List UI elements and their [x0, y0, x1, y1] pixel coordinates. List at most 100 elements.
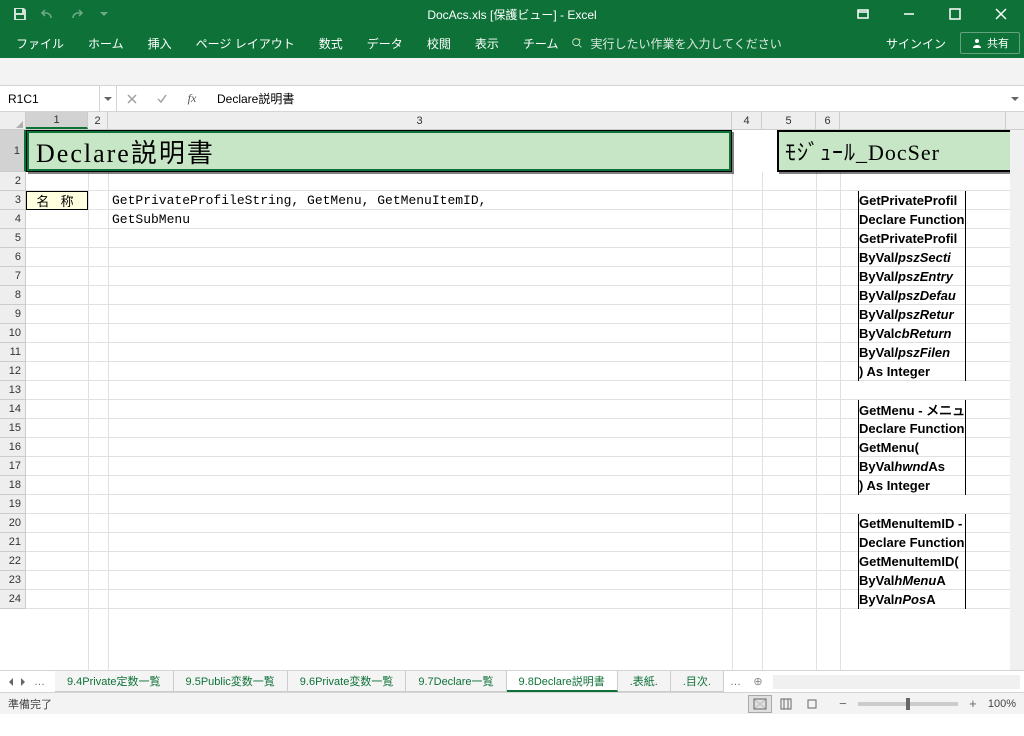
- tab-page-layout[interactable]: ページ レイアウト: [184, 28, 307, 58]
- signin-link[interactable]: サインイン: [872, 35, 960, 52]
- col-header[interactable]: 3: [108, 112, 732, 129]
- view-page-layout-icon[interactable]: [774, 695, 798, 713]
- row-headers[interactable]: 123456789101112131415161718192021222324: [0, 130, 26, 609]
- quick-access-toolbar: [0, 2, 116, 26]
- window-title: DocAcs.xls [保護ビュー] - Excel: [427, 6, 596, 23]
- row-header[interactable]: 6: [0, 248, 26, 267]
- row-header[interactable]: 15: [0, 419, 26, 438]
- sheet-tab[interactable]: 9.5Public変数一覧: [174, 671, 288, 692]
- status-bar: 準備完了 − + 100%: [0, 692, 1024, 714]
- tab-data[interactable]: データ: [355, 28, 415, 58]
- name-box[interactable]: R1C1: [0, 86, 100, 111]
- title-cell-left[interactable]: Declare説明書: [26, 130, 732, 172]
- tab-team[interactable]: チーム: [511, 28, 571, 58]
- sheet-tab[interactable]: 9.8Declare説明書: [507, 671, 618, 692]
- col-header[interactable]: 5: [762, 112, 816, 129]
- close-button[interactable]: [978, 0, 1024, 28]
- tab-review[interactable]: 校閲: [415, 28, 463, 58]
- row-header[interactable]: 4: [0, 210, 26, 229]
- minimize-button[interactable]: [886, 0, 932, 28]
- undo-icon[interactable]: [36, 2, 60, 26]
- maximize-button[interactable]: [932, 0, 978, 28]
- view-normal-icon[interactable]: [748, 695, 772, 713]
- horizontal-scrollbar[interactable]: [773, 675, 1020, 689]
- zoom-value[interactable]: 100%: [988, 698, 1016, 710]
- row-header[interactable]: 10: [0, 324, 26, 343]
- sheet-nav-more[interactable]: …: [30, 676, 49, 688]
- zoom-out-icon[interactable]: −: [836, 696, 850, 711]
- qat-customize-icon[interactable]: [92, 2, 116, 26]
- formula-input[interactable]: Declare説明書: [207, 90, 1006, 107]
- sheet-tab[interactable]: 9.7Declare一覧: [406, 671, 506, 692]
- cells-area[interactable]: Declare説明書 ﾓｼﾞｭｰﾙ_DocSer 名 称 GetPrivateP…: [26, 130, 1010, 670]
- tab-view[interactable]: 表示: [463, 28, 511, 58]
- tab-file[interactable]: ファイル: [4, 28, 76, 58]
- vertical-scrollbar[interactable]: [1010, 130, 1024, 670]
- cell-r4c3[interactable]: GetSubMenu: [112, 210, 190, 229]
- row-header[interactable]: 12: [0, 362, 26, 381]
- row-header[interactable]: 8: [0, 286, 26, 305]
- col-header[interactable]: [840, 112, 1006, 129]
- sheet-nav-next-icon[interactable]: [18, 677, 28, 687]
- zoom-slider[interactable]: [858, 702, 958, 706]
- row-header[interactable]: 1: [0, 130, 26, 172]
- label-meisho[interactable]: 名 称: [26, 191, 88, 210]
- new-sheet-button[interactable]: ⊕: [747, 671, 769, 693]
- sheet-tab[interactable]: .目次.: [671, 671, 724, 692]
- row-header[interactable]: 19: [0, 495, 26, 514]
- status-text: 準備完了: [8, 696, 52, 712]
- sheet-nav-prev-icon[interactable]: [6, 677, 16, 687]
- view-page-break-icon[interactable]: [800, 695, 824, 713]
- code-block[interactable]: GetPrivateProfilDeclare FunctionGetPriva…: [858, 191, 966, 609]
- row-header[interactable]: 22: [0, 552, 26, 571]
- view-buttons: [748, 695, 824, 713]
- zoom-in-icon[interactable]: +: [966, 696, 980, 711]
- save-icon[interactable]: [8, 2, 32, 26]
- sheet-nav-more-right[interactable]: …: [724, 676, 747, 688]
- row-header[interactable]: 3: [0, 191, 26, 210]
- sheet-tab[interactable]: .表紙.: [618, 671, 671, 692]
- sheet-nav[interactable]: …: [0, 676, 55, 688]
- select-all-corner[interactable]: [0, 112, 26, 129]
- cell-r3c3[interactable]: GetPrivateProfileString, GetMenu, GetMen…: [112, 191, 486, 210]
- enter-icon[interactable]: [147, 86, 177, 111]
- row-header[interactable]: 24: [0, 590, 26, 609]
- title-cell-right[interactable]: ﾓｼﾞｭｰﾙ_DocSer: [777, 130, 1017, 172]
- row-header[interactable]: 11: [0, 343, 26, 362]
- row-header[interactable]: 18: [0, 476, 26, 495]
- row-header[interactable]: 21: [0, 533, 26, 552]
- col-header[interactable]: 6: [816, 112, 840, 129]
- fx-icon[interactable]: fx: [177, 86, 207, 111]
- col-header[interactable]: 1: [26, 112, 88, 129]
- tab-home[interactable]: ホーム: [76, 28, 136, 58]
- zoom-control[interactable]: − + 100%: [836, 696, 1016, 711]
- ribbon-display-icon[interactable]: [840, 0, 886, 28]
- row-header[interactable]: 20: [0, 514, 26, 533]
- redo-icon[interactable]: [64, 2, 88, 26]
- window-controls: [840, 0, 1024, 28]
- column-headers[interactable]: 1 2 3 4 5 6: [0, 112, 1024, 130]
- row-header[interactable]: 9: [0, 305, 26, 324]
- sheet-tab[interactable]: 9.6Private変数一覧: [288, 671, 407, 692]
- col-header[interactable]: 4: [732, 112, 762, 129]
- row-header[interactable]: 13: [0, 381, 26, 400]
- tab-formulas[interactable]: 数式: [307, 28, 355, 58]
- cancel-icon[interactable]: [117, 86, 147, 111]
- row-header[interactable]: 23: [0, 571, 26, 590]
- col-header[interactable]: 2: [88, 112, 108, 129]
- tab-insert[interactable]: 挿入: [136, 28, 184, 58]
- name-box-dropdown-icon[interactable]: [100, 86, 117, 111]
- row-header[interactable]: 17: [0, 457, 26, 476]
- worksheet-grid[interactable]: 1 2 3 4 5 6 1234567891011121314151617181…: [0, 112, 1024, 670]
- row-header[interactable]: 7: [0, 267, 26, 286]
- sheet-tab[interactable]: 9.4Private定数一覧: [55, 671, 174, 692]
- row-header[interactable]: 2: [0, 172, 26, 191]
- row-header[interactable]: 14: [0, 400, 26, 419]
- tell-me-search[interactable]: 実行したい作業を入力してください: [570, 35, 781, 52]
- formula-bar: R1C1 fx Declare説明書: [0, 86, 1024, 112]
- ribbon-collapsed-area: [0, 58, 1024, 86]
- formula-bar-expand-icon[interactable]: [1006, 95, 1024, 103]
- row-header[interactable]: 16: [0, 438, 26, 457]
- row-header[interactable]: 5: [0, 229, 26, 248]
- share-button[interactable]: 共有: [960, 32, 1020, 54]
